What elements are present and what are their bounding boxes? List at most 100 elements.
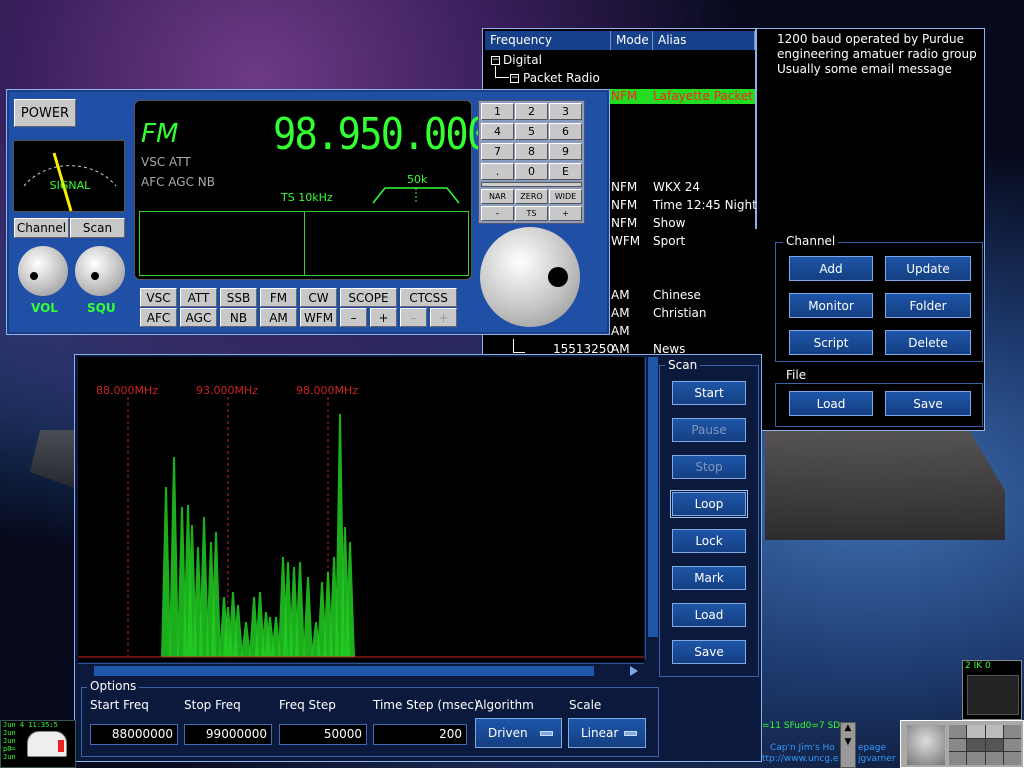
algorithm-dropdown[interactable]: Driven — [475, 718, 562, 748]
script-button[interactable]: Script — [789, 330, 873, 355]
ts-minus-button[interactable]: – — [481, 206, 514, 221]
wfm-button[interactable]: WFM — [300, 308, 337, 327]
wide-button[interactable]: WIDE — [549, 189, 582, 204]
row-alias[interactable]: Christian — [653, 306, 707, 320]
row-alias[interactable]: Chinese — [653, 288, 701, 302]
row-mode[interactable]: AM — [611, 306, 630, 320]
row-alias[interactable]: Show — [653, 216, 685, 230]
row-alias[interactable]: WKX 24 — [653, 180, 700, 194]
channel-button[interactable]: Channel — [14, 218, 69, 238]
tree-node-digital[interactable]: Digital — [503, 53, 542, 67]
row-mode[interactable]: AM — [611, 288, 630, 302]
tuning-dial[interactable] — [480, 227, 580, 327]
delete-button[interactable]: Delete — [885, 330, 971, 355]
row-alias[interactable]: Time 12:45 Night — [653, 198, 757, 212]
scroll-arrows[interactable]: ▲ ▼ — [840, 722, 856, 768]
key-9[interactable]: 9 — [549, 143, 582, 160]
ctcss-minus-button[interactable]: – — [400, 308, 427, 327]
scan-start-button[interactable]: Start — [672, 381, 746, 405]
pager-widget[interactable]: 2 IK 0 — [962, 660, 1022, 720]
scan-save-button[interactable]: Save — [672, 640, 746, 664]
tree-expand-icon[interactable]: − — [491, 56, 500, 65]
scroll-right-icon[interactable] — [630, 666, 638, 676]
ctcss-plus-button[interactable]: + — [430, 308, 457, 327]
key-enter[interactable]: E — [549, 163, 582, 180]
spectrum-hscrollbar[interactable] — [78, 663, 644, 677]
radio-window: POWER SIGNAL Channel Scan VOL SQU FM 98.… — [6, 89, 610, 335]
key-8[interactable]: 8 — [515, 143, 548, 160]
scope-plus-button[interactable]: + — [370, 308, 397, 327]
column-header-mode[interactable]: Mode — [611, 31, 653, 50]
pager-text: 2 IK 0 — [965, 661, 991, 671]
scan-lock-button[interactable]: Lock — [672, 529, 746, 553]
row-alias[interactable]: Sport — [653, 234, 685, 248]
row-mode[interactable]: NFM — [611, 198, 637, 212]
arrow-up-icon[interactable]: ▲ — [841, 723, 855, 737]
scan-mode-button[interactable]: Scan — [70, 218, 125, 238]
volume-knob[interactable] — [18, 246, 68, 296]
key-5[interactable]: 5 — [515, 123, 548, 140]
key-1[interactable]: 1 — [481, 103, 514, 120]
spectrum-vscrollbar[interactable] — [645, 357, 659, 659]
add-button[interactable]: Add — [789, 256, 873, 281]
file-load-button[interactable]: Load — [789, 391, 873, 416]
background-ship — [30, 430, 80, 490]
desktop-pager[interactable] — [949, 725, 1021, 765]
key-3[interactable]: 3 — [549, 103, 582, 120]
nar-button[interactable]: NAR — [481, 189, 514, 204]
scan-load-button[interactable]: Load — [672, 603, 746, 627]
channel-description: 1200 baud operated by Purdue engineering… — [777, 32, 977, 76]
monitor-button[interactable]: Monitor — [789, 293, 873, 318]
freq-step-input[interactable]: 50000 — [279, 724, 367, 745]
key-0[interactable]: 0 — [515, 163, 548, 180]
file-save-button[interactable]: Save — [885, 391, 971, 416]
row-mode[interactable]: NFM — [611, 180, 637, 194]
time-step-input[interactable]: 200 — [373, 724, 467, 745]
tree-expand-icon[interactable]: − — [510, 74, 519, 83]
scale-label: Scale — [569, 698, 602, 712]
squelch-knob[interactable] — [75, 246, 125, 296]
cw-button[interactable]: CW — [300, 288, 337, 307]
vsc-button[interactable]: VSC — [140, 288, 177, 307]
start-freq-input[interactable]: 88000000 — [90, 724, 178, 745]
ssb-button[interactable]: SSB — [220, 288, 257, 307]
afc-button[interactable]: AFC — [140, 308, 177, 327]
fm-button[interactable]: FM — [260, 288, 297, 307]
column-header-frequency[interactable]: Frequency — [485, 31, 611, 50]
scale-dropdown[interactable]: Linear — [568, 718, 646, 748]
skull-icon[interactable] — [907, 725, 945, 765]
folder-button[interactable]: Folder — [885, 293, 971, 318]
key-6[interactable]: 6 — [549, 123, 582, 140]
column-header-alias[interactable]: Alias — [653, 31, 755, 50]
ts-plus-button[interactable]: + — [549, 206, 582, 221]
att-button[interactable]: ATT — [180, 288, 217, 307]
agc-button[interactable]: AGC — [180, 308, 217, 327]
mailbox-icon[interactable] — [27, 731, 67, 757]
tree-node-packet-radio[interactable]: Packet Radio — [523, 71, 600, 85]
am-button[interactable]: AM — [260, 308, 297, 327]
key-4[interactable]: 4 — [481, 123, 514, 140]
key-7[interactable]: 7 — [481, 143, 514, 160]
scan-loop-button[interactable]: Loop — [670, 490, 748, 518]
keypad-slider[interactable] — [481, 182, 582, 187]
row-mode[interactable]: NFM — [611, 216, 637, 230]
key-dot[interactable]: . — [481, 163, 514, 180]
stop-freq-input[interactable]: 99000000 — [184, 724, 272, 745]
scope-button[interactable]: SCOPE — [340, 288, 397, 307]
algorithm-value: Driven — [488, 726, 528, 740]
scan-stop-button[interactable]: Stop — [672, 455, 746, 479]
scope-minus-button[interactable]: – — [340, 308, 367, 327]
key-2[interactable]: 2 — [515, 103, 548, 120]
zero-button[interactable]: ZERO — [515, 189, 548, 204]
row-mode[interactable]: AM — [611, 324, 630, 338]
frequency-readout: 98.950.000 — [273, 109, 490, 160]
ts-button[interactable]: TS — [515, 206, 548, 221]
arrow-down-icon[interactable]: ▼ — [841, 737, 855, 751]
scan-mark-button[interactable]: Mark — [672, 566, 746, 590]
row-mode[interactable]: WFM — [611, 234, 640, 248]
scan-pause-button[interactable]: Pause — [672, 418, 746, 442]
update-button[interactable]: Update — [885, 256, 971, 281]
power-button[interactable]: POWER — [14, 99, 76, 127]
ctcss-button[interactable]: CTCSS — [400, 288, 457, 307]
nb-button[interactable]: NB — [220, 308, 257, 327]
